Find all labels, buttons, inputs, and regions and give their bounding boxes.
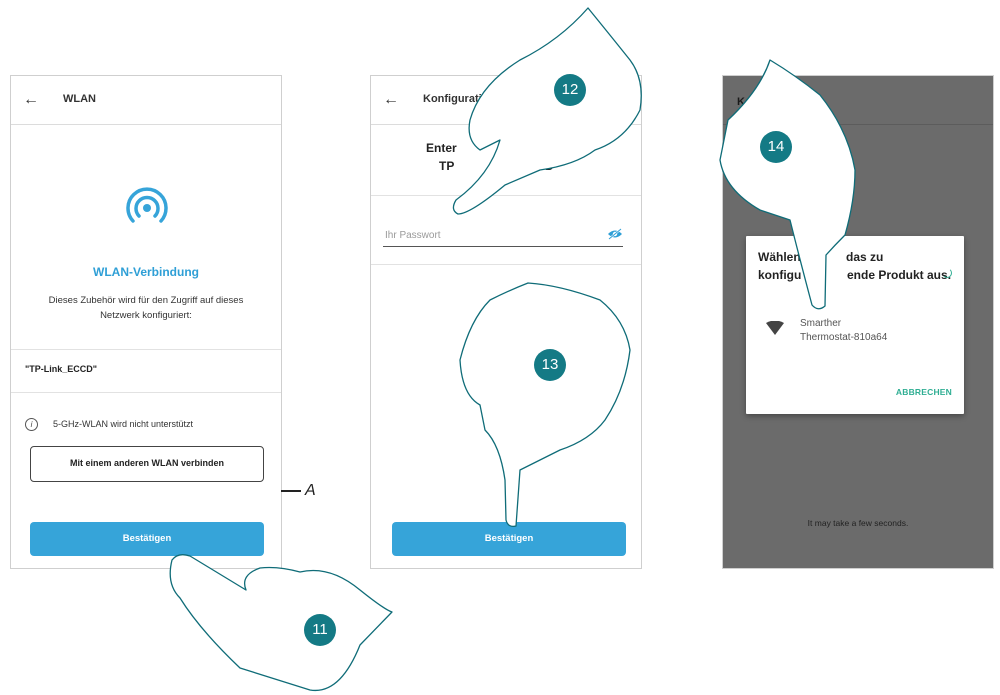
other-wlan-button[interactable]: Mit einem anderen WLAN verbinden (30, 446, 264, 482)
step-badge-14: 14 (760, 131, 792, 163)
arrow-left-icon[interactable]: ← (23, 90, 39, 110)
confirm-button[interactable]: Bestätigen (392, 522, 626, 556)
product-select-dialog: Wählen das zu konfigu ende Produkt aus. … (746, 236, 964, 414)
eye-off-icon[interactable] (607, 228, 623, 240)
description-text: Dieses Zubehör wird für den Zugriff auf … (48, 295, 244, 321)
app-bar: Konfiguration (723, 76, 993, 125)
product-item-detail[interactable]: Thermostat-810a64 (800, 332, 887, 343)
step-badge-13: 13 (534, 349, 566, 381)
hand-11 (169, 554, 393, 692)
product-item[interactable]: Smarther (800, 318, 841, 329)
password-placeholder: Ihr Passwort (385, 230, 441, 241)
page-title: Konfiguration (737, 96, 810, 108)
divider (11, 392, 281, 393)
confirm-button[interactable]: Bestätigen (30, 522, 264, 556)
configuration-screen: ← Konfigurati Enter TP D Ihr Passwort Be… (370, 75, 642, 569)
callout-label-a: A (305, 482, 316, 499)
loading-spinner-icon (942, 268, 952, 278)
step-badge-11: 11 (304, 614, 336, 646)
arrow-left-icon[interactable]: ← (383, 90, 399, 110)
info-text: 5-GHz-WLAN wird nicht unterstützt (53, 419, 194, 429)
cancel-button[interactable]: ABBRECHEN (896, 387, 952, 397)
info-icon: i (25, 418, 38, 431)
step-badge-12: 12 (554, 74, 586, 106)
wifi-icon (766, 321, 784, 335)
divider (371, 264, 641, 265)
password-field[interactable]: Ihr Passwort (383, 226, 623, 247)
divider (11, 349, 281, 350)
instruction-text-2: TP (439, 159, 455, 173)
footer-text: It may take a few seconds. (807, 518, 909, 528)
app-bar: ← WLAN (11, 76, 281, 125)
dialog-title-part: ende Produkt aus. (847, 268, 952, 282)
page-title: Konfigurati (423, 93, 482, 105)
wlan-heading: WLAN-Verbindung (93, 265, 199, 279)
wlan-screen: ← WLAN WLAN-Verbindung Dieses Zubehör wi… (10, 75, 282, 569)
dialog-title-part: Wählen (758, 250, 801, 264)
network-name: "TP-Link_ECCD" (25, 364, 98, 374)
instruction-text-3: D (545, 159, 554, 173)
wifi-signal-icon (126, 187, 168, 223)
dialog-title-part: konfigu (758, 268, 802, 282)
callout-line (281, 490, 301, 492)
dialog-title-part: das zu (846, 250, 884, 264)
app-bar: ← Konfigurati (371, 76, 641, 125)
divider (371, 195, 641, 196)
page-title: WLAN (63, 93, 96, 105)
instruction-text-1: Enter (426, 141, 457, 155)
